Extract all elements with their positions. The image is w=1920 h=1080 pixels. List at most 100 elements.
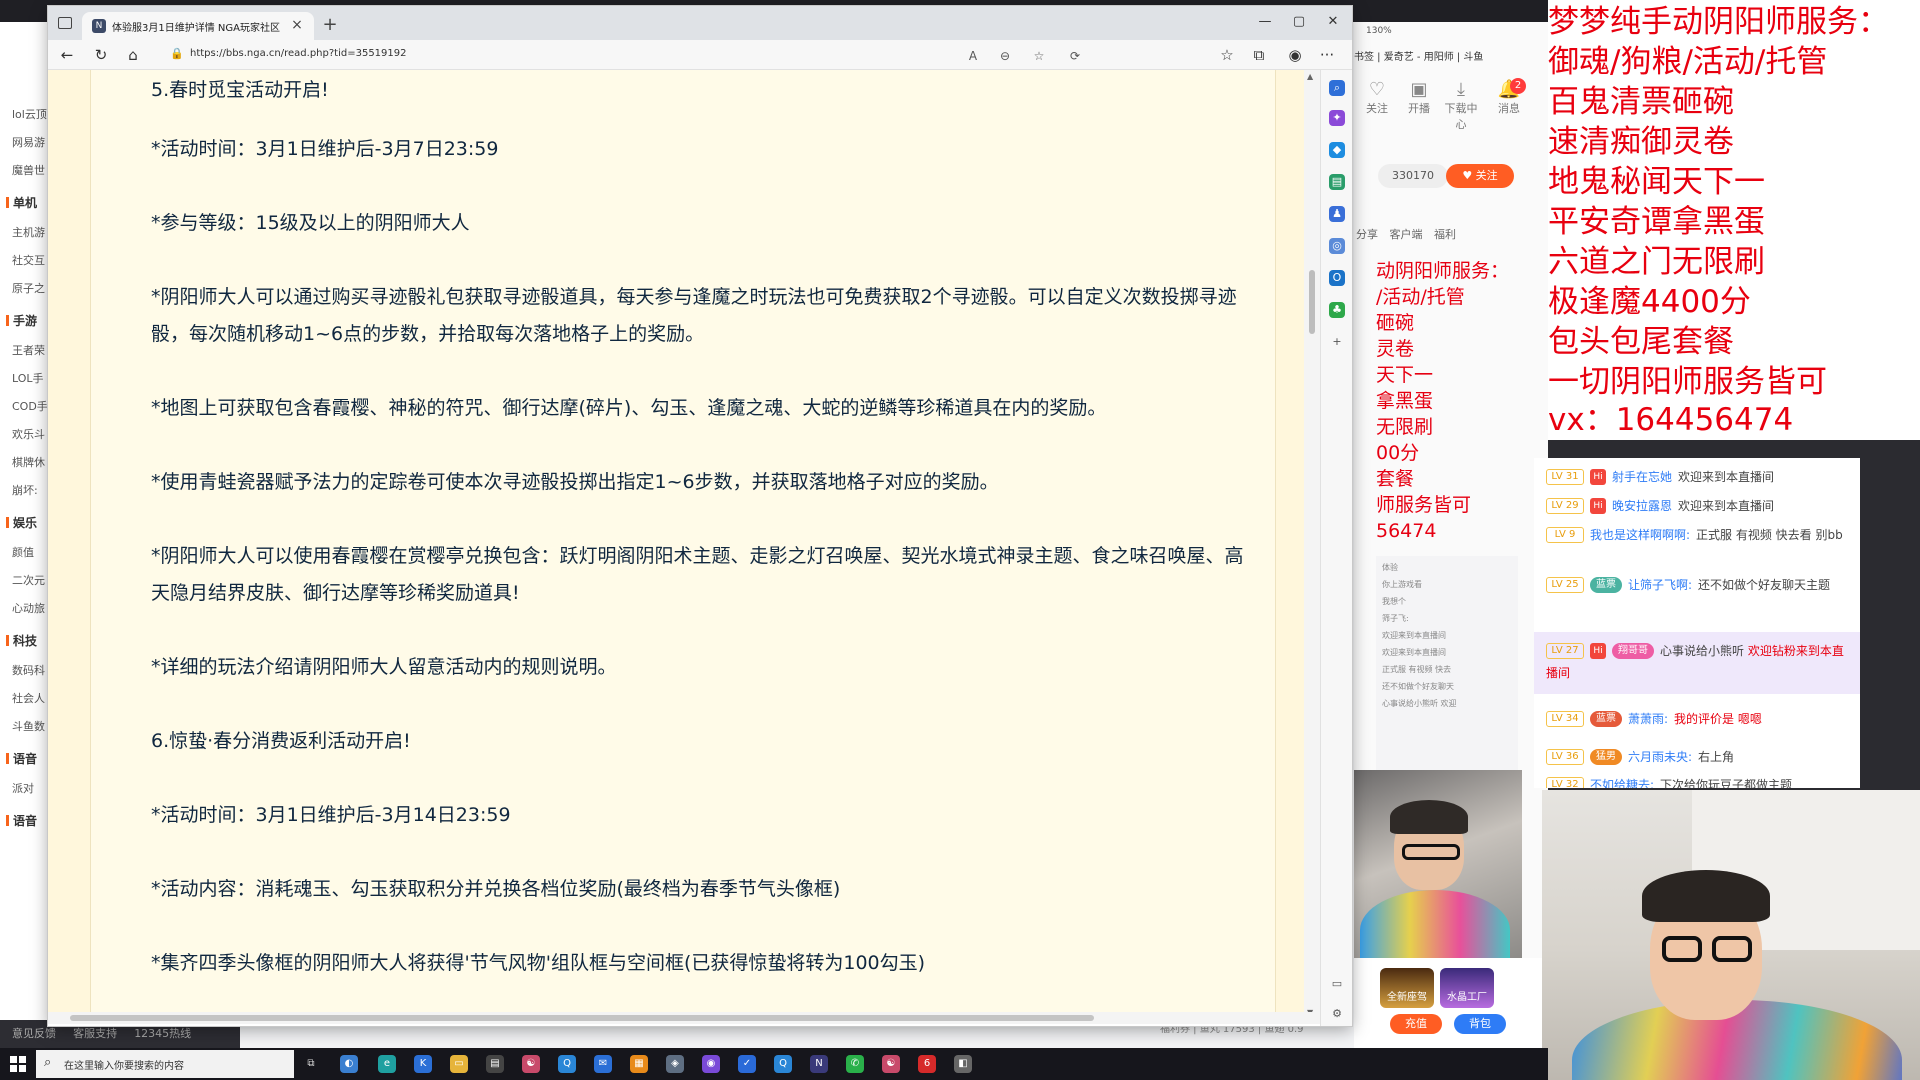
nav-item[interactable]: COD手 — [12, 398, 48, 414]
nav-section[interactable]: 娱乐 — [6, 514, 37, 531]
copilot-icon[interactable]: ✦ — [1329, 110, 1345, 126]
browser-icon[interactable]: Q — [774, 1055, 792, 1073]
tab-active[interactable]: N 体验服3月1日维护详情 NGA玩家社区 × — [82, 12, 314, 40]
chat-username[interactable]: 晚安拉露恩 — [1612, 499, 1672, 513]
game-icon[interactable]: ☯ — [882, 1055, 900, 1073]
nav-item[interactable]: 主机游 — [12, 224, 45, 240]
app-icon[interactable]: ◐ — [340, 1055, 358, 1073]
profile-avatar-icon[interactable]: ◉ — [1284, 44, 1306, 66]
nav-item[interactable]: 崩坏: — [12, 482, 38, 498]
nav-section[interactable]: 单机 — [6, 194, 37, 211]
nav-item[interactable]: 王者荣 — [12, 342, 45, 358]
share-link[interactable]: 分享 — [1356, 228, 1378, 241]
tree-icon[interactable]: ♣ — [1329, 302, 1345, 318]
add-icon[interactable]: + — [1329, 334, 1345, 350]
nav-item[interactable]: 派对 — [12, 780, 34, 796]
chat-username[interactable]: 六月雨未央: — [1628, 750, 1692, 764]
gift-item[interactable]: 水晶工厂 — [1440, 968, 1494, 1008]
bag-button[interactable]: 背包 — [1454, 1014, 1506, 1034]
nav-section[interactable]: 语音 — [6, 750, 37, 767]
tools-icon[interactable]: ▤ — [1329, 174, 1345, 190]
app-icon[interactable]: K — [414, 1055, 432, 1073]
taskbar-search[interactable]: ⌕ 在这里输入你要搜索的内容 — [36, 1050, 294, 1078]
nav-section[interactable]: 语音 — [6, 812, 37, 829]
follow-top-icon[interactable]: ♡ 关注 — [1358, 80, 1396, 116]
app-icon[interactable]: ◈ — [666, 1055, 684, 1073]
chrome-icon[interactable]: ◉ — [702, 1055, 720, 1073]
chat-username[interactable]: 让筛子飞啊: — [1628, 578, 1692, 592]
scrollbar-thumb[interactable] — [1309, 270, 1315, 334]
nav-item[interactable]: LOL手 — [12, 370, 44, 386]
store-icon[interactable]: ▤ — [486, 1055, 504, 1073]
mail-icon[interactable]: ✉ — [594, 1055, 612, 1073]
folder-icon[interactable]: ▭ — [450, 1055, 468, 1073]
settings-icon[interactable]: ⚙ — [1329, 1006, 1345, 1022]
nav-section[interactable]: 科技 — [6, 632, 37, 649]
nav-item[interactable]: 社会人 — [12, 690, 45, 706]
lock-icon[interactable]: 🔒 — [170, 47, 184, 63]
vertical-scrollbar[interactable]: ▲ ▼ — [1304, 70, 1320, 1020]
nav-item[interactable]: 数码科 — [12, 662, 45, 678]
footer-link[interactable]: 12345热线 — [134, 1027, 191, 1040]
shopping-icon[interactable]: ◆ — [1329, 142, 1345, 158]
client-link[interactable]: 客户端 — [1390, 228, 1423, 241]
scroll-up-icon[interactable]: ▲ — [1307, 72, 1313, 81]
browser-icon[interactable]: Q — [558, 1055, 576, 1073]
nav-item[interactable]: 网易游 — [12, 134, 45, 150]
chat-username[interactable]: 心事说给小熊听 — [1660, 644, 1744, 658]
app-icon[interactable]: ◧ — [954, 1055, 972, 1073]
task-view-icon[interactable]: ⧉ — [302, 1055, 320, 1073]
footer-link[interactable]: 客服支持 — [73, 1027, 117, 1040]
wechat-icon[interactable]: ✆ — [846, 1055, 864, 1073]
sidebar-toggle-icon[interactable]: ▭ — [1329, 976, 1345, 992]
welfare-link[interactable]: 福利 — [1434, 228, 1456, 241]
home-icon[interactable]: ⌂ — [122, 44, 144, 66]
horizontal-scrollbar[interactable] — [48, 1012, 1320, 1024]
app-icon[interactable]: ▦ — [630, 1055, 648, 1073]
office-icon[interactable]: ◎ — [1329, 238, 1345, 254]
maximize-button[interactable]: ▢ — [1284, 10, 1314, 34]
app-icon[interactable]: ✓ — [738, 1055, 756, 1073]
more-menu-icon[interactable]: ··· — [1316, 44, 1338, 66]
address-bar[interactable]: 🔒 https://bbs.nga.cn/read.php?tid=355191… — [166, 44, 1106, 66]
nav-item[interactable]: 斗鱼数 — [12, 718, 45, 734]
follow-button[interactable]: ♥ 关注 — [1446, 164, 1514, 188]
favorites-icon[interactable]: ☆ — [1216, 44, 1238, 66]
back-icon[interactable]: ← — [56, 44, 78, 66]
app-icon[interactable]: N — [810, 1055, 828, 1073]
chat-username[interactable]: 不如给糖去: — [1590, 778, 1654, 788]
nav-section[interactable]: 手游 — [6, 312, 37, 329]
nav-item[interactable]: 欢乐斗 — [12, 426, 45, 442]
new-tab-button[interactable]: + — [320, 15, 340, 35]
extensions-icon[interactable]: ⟳ — [1066, 47, 1084, 65]
chat-username[interactable]: 萧萧雨: — [1628, 712, 1668, 726]
scrollbar-thumb[interactable] — [70, 1015, 1094, 1021]
collections-icon[interactable]: ⧉ — [1248, 44, 1270, 66]
games-icon[interactable]: ♟ — [1329, 206, 1345, 222]
nav-item[interactable]: 棋牌休 — [12, 454, 45, 470]
nav-item[interactable]: 颜值 — [12, 544, 34, 560]
nav-item[interactable]: 社交互 — [12, 252, 45, 268]
nav-item[interactable]: 魔兽世 — [12, 162, 45, 178]
gift-item[interactable]: 全新座驾 — [1380, 968, 1434, 1008]
outlook-icon[interactable]: O — [1329, 270, 1345, 286]
nav-item[interactable]: 心动旅 — [12, 600, 45, 616]
stream-bookmarks-bar[interactable]: 书签 | 爱奇艺 - 用阳师 | 斗鱼 — [1354, 48, 1548, 68]
recharge-button[interactable]: 充值 — [1390, 1014, 1442, 1034]
tab-actions-icon[interactable] — [58, 17, 72, 29]
read-aloud-icon[interactable]: A — [964, 47, 982, 65]
game-icon[interactable]: ☯ — [522, 1055, 540, 1073]
zoom-icon[interactable]: ⊖ — [996, 47, 1014, 65]
windows-start-icon[interactable] — [10, 1056, 26, 1072]
app-icon[interactable]: 6 — [918, 1055, 936, 1073]
download-top-icon[interactable]: ⤓ 下载中心 — [1442, 80, 1480, 132]
edge-icon[interactable]: e — [378, 1055, 396, 1073]
broadcast-top-icon[interactable]: ▣ 开播 — [1400, 80, 1438, 116]
close-window-button[interactable]: ✕ — [1318, 10, 1348, 34]
search-icon[interactable]: ⌕ — [1329, 80, 1345, 96]
tab-close-icon[interactable]: × — [288, 16, 306, 34]
chat-username[interactable]: 我也是这样啊啊啊: — [1590, 528, 1690, 542]
footer-link[interactable]: 意见反馈 — [12, 1027, 56, 1040]
chat-username[interactable]: 射手在忘她 — [1612, 470, 1672, 484]
url-text[interactable]: https://bbs.nga.cn/read.php?tid=35519192 — [190, 48, 407, 59]
